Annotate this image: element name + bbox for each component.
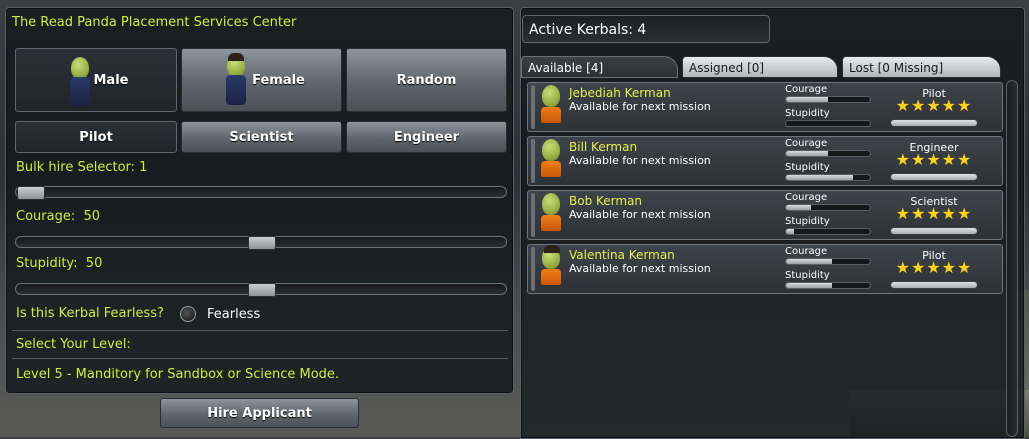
- active-kerbals-count: Active Kerbals: 4: [529, 22, 647, 38]
- gender-male-button[interactable]: Male: [15, 48, 177, 112]
- level-text: Level 5 - Manditory for Sandbox or Scien…: [16, 367, 340, 382]
- stupidity-bar: [785, 282, 871, 289]
- kerbal-portrait-icon: [540, 245, 562, 293]
- courage-slider[interactable]: [15, 236, 507, 250]
- bulk-hire-label: Bulk hire Selector: 1: [16, 160, 148, 175]
- job-engineer-label: Engineer: [393, 129, 460, 145]
- level-divider: [12, 330, 508, 331]
- stupidity-slider[interactable]: [15, 283, 507, 297]
- stupidity-bar-fill: [786, 283, 833, 288]
- gender-female-button[interactable]: Female: [181, 48, 342, 112]
- bulk-hire-slider[interactable]: [15, 186, 507, 200]
- tab-available[interactable]: Available [4]: [521, 56, 678, 78]
- tab-assigned[interactable]: Assigned [0]: [682, 56, 838, 78]
- kerbal-name: Bob Kerman: [569, 194, 643, 208]
- experience-stars-icon: ★★★★★: [895, 96, 973, 115]
- kerbal-status: Available for next mission: [569, 208, 711, 221]
- row-handle: [531, 247, 535, 291]
- stupidity-bar: [785, 120, 871, 127]
- tab-lost-label: Lost [0 Missing]: [849, 61, 944, 75]
- job-scientist-label: Scientist: [229, 129, 294, 145]
- stupidity-bar-fill: [786, 229, 795, 234]
- fearless-radio[interactable]: [180, 306, 196, 322]
- gender-male-label: Male: [93, 72, 129, 88]
- tab-lost[interactable]: Lost [0 Missing]: [842, 56, 1001, 78]
- kerbal-name: Valentina Kerman: [569, 248, 675, 262]
- kerbal-status: Available for next mission: [569, 154, 711, 167]
- gender-random-label: Random: [396, 72, 457, 88]
- stupidity-slider-thumb[interactable]: [248, 283, 276, 297]
- bulk-hire-slider-thumb[interactable]: [17, 186, 45, 200]
- kerbal-name: Bill Kerman: [569, 140, 638, 154]
- courage-bar-fill: [786, 205, 812, 210]
- experience-bar: [890, 227, 978, 235]
- stupidity-label: Stupidity: 50: [16, 256, 103, 271]
- courage-bar: [785, 258, 871, 265]
- female-kerbal-icon: [224, 53, 248, 107]
- job-engineer-button[interactable]: Engineer: [346, 121, 507, 153]
- courage-stat-label: Courage: [785, 138, 828, 149]
- job-pilot-button[interactable]: Pilot: [15, 121, 177, 153]
- row-handle: [531, 193, 535, 237]
- courage-bar: [785, 150, 871, 157]
- courage-stat-label: Courage: [785, 192, 828, 203]
- kerbal-row-bob[interactable]: Bob Kerman Available for next mission Co…: [527, 190, 1003, 240]
- hire-applicant-label: Hire Applicant: [207, 405, 312, 421]
- job-scientist-button[interactable]: Scientist: [181, 121, 342, 153]
- tab-assigned-label: Assigned [0]: [689, 61, 765, 75]
- stupidity-stat-label: Stupidity: [785, 162, 830, 173]
- kerbal-row-valentina[interactable]: Valentina Kerman Available for next miss…: [527, 244, 1003, 294]
- kerbal-row-bill[interactable]: Bill Kerman Available for next mission C…: [527, 136, 1003, 186]
- courage-bar-fill: [786, 151, 828, 156]
- kerbal-portrait-icon: [540, 139, 562, 185]
- level-divider-2: [12, 358, 508, 359]
- job-pilot-label: Pilot: [79, 129, 113, 145]
- kerbal-portrait-icon: [540, 193, 562, 239]
- experience-bar: [890, 281, 978, 289]
- kerbal-name: Jebediah Kerman: [569, 86, 671, 100]
- row-handle: [531, 85, 535, 129]
- fearless-question: Is this Kerbal Fearless?: [16, 306, 164, 321]
- kerbal-portrait-icon: [540, 85, 562, 131]
- stupidity-stat-label: Stupidity: [785, 270, 830, 281]
- gender-random-button[interactable]: Random: [346, 48, 507, 112]
- hire-applicant-button[interactable]: Hire Applicant: [160, 398, 359, 428]
- experience-stars-icon: ★★★★★: [895, 204, 973, 223]
- stupidity-bar-fill: [786, 175, 854, 180]
- fearless-option-label[interactable]: Fearless: [207, 307, 260, 322]
- panel-title: The Read Panda Placement Services Center: [12, 15, 297, 30]
- select-level-label: Select Your Level:: [16, 337, 131, 352]
- courage-bar-fill: [786, 97, 828, 102]
- experience-bar: [890, 173, 978, 181]
- courage-bar: [785, 96, 871, 103]
- stupidity-stat-label: Stupidity: [785, 216, 830, 227]
- kerbal-row-jebediah[interactable]: Jebediah Kerman Available for next missi…: [527, 82, 1003, 132]
- kerbal-status: Available for next mission: [569, 262, 711, 275]
- courage-bar-fill: [786, 259, 833, 264]
- roster-scrollbar[interactable]: [1006, 80, 1018, 437]
- row-handle: [531, 139, 535, 183]
- courage-stat-label: Courage: [785, 84, 828, 95]
- courage-label: Courage: 50: [16, 209, 101, 224]
- stupidity-stat-label: Stupidity: [785, 108, 830, 119]
- courage-stat-label: Courage: [785, 246, 828, 257]
- stupidity-bar: [785, 228, 871, 235]
- active-kerbals-header: Active Kerbals: 4: [522, 15, 770, 43]
- experience-bar: [890, 119, 978, 127]
- experience-stars-icon: ★★★★★: [895, 150, 973, 169]
- male-kerbal-icon: [68, 57, 92, 107]
- stupidity-bar: [785, 174, 871, 181]
- gender-female-label: Female: [252, 72, 305, 88]
- experience-stars-icon: ★★★★★: [895, 258, 973, 277]
- courage-bar: [785, 204, 871, 211]
- courage-slider-thumb[interactable]: [248, 236, 276, 250]
- tab-available-label: Available [4]: [528, 61, 604, 75]
- kerbal-status: Available for next mission: [569, 100, 711, 113]
